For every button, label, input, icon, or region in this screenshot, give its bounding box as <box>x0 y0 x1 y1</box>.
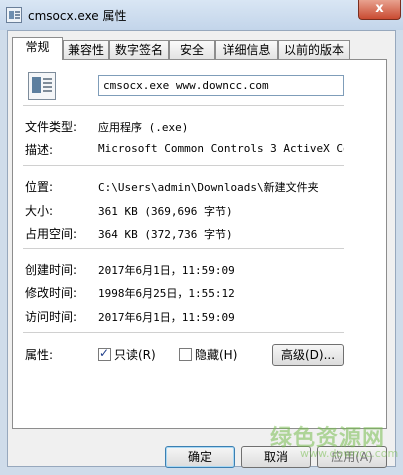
location-label: 位置: <box>25 180 54 194</box>
general-panel: cmsocx.exe www.downcc.com 文件类型: 应用程序 (.e… <box>12 59 387 429</box>
close-button[interactable]: x <box>358 0 401 20</box>
location-value: C:\Users\admin\Downloads\新建文件夹 <box>98 181 319 194</box>
file-type-label: 文件类型: <box>25 120 78 134</box>
watermark-url: www.downcc.com <box>300 447 399 460</box>
tab-details[interactable]: 详细信息 <box>215 40 278 59</box>
close-icon: x <box>375 1 384 16</box>
advanced-button[interactable]: 高级(D)... <box>272 344 344 366</box>
readonly-label[interactable]: 只读(R) <box>114 346 156 363</box>
created-value: 2017年6月1日，11:59:09 <box>98 264 235 277</box>
accessed-value: 2017年6月1日，11:59:09 <box>98 311 235 324</box>
size-value: 361 KB (369,696 字节) <box>98 205 233 218</box>
divider <box>23 332 344 333</box>
divider <box>23 248 344 249</box>
hidden-label[interactable]: 隐藏(H) <box>195 346 237 363</box>
tab-security[interactable]: 安全 <box>169 40 215 59</box>
modified-label: 修改时间: <box>25 286 78 300</box>
created-label: 创建时间: <box>25 263 78 277</box>
modified-value: 1998年6月25日，1:55:12 <box>98 287 235 300</box>
attributes-label: 属性: <box>25 348 54 362</box>
hidden-checkbox[interactable] <box>179 348 192 361</box>
window-title: cmsocx.exe 属性 <box>28 9 127 23</box>
divider <box>23 105 344 106</box>
file-name-input[interactable]: cmsocx.exe www.downcc.com <box>98 75 344 96</box>
tab-digital-signatures[interactable]: 数字签名 <box>109 40 169 59</box>
ok-button[interactable]: 确定 <box>165 446 235 468</box>
site-watermark: 绿色资源网 www.downcc.com <box>270 420 399 470</box>
application-icon <box>6 7 22 23</box>
file-icon <box>28 72 56 100</box>
readonly-checkbox[interactable] <box>98 346 111 361</box>
divider <box>23 165 344 166</box>
accessed-label: 访问时间: <box>25 310 78 324</box>
tab-compatibility[interactable]: 兼容性 <box>63 40 109 59</box>
title-bar: cmsocx.exe 属性 x <box>0 0 403 30</box>
properties-dialog: 常规 兼容性 数字签名 安全 详细信息 以前的版本 cmsocx.exe www… <box>7 30 396 468</box>
tab-general[interactable]: 常规 <box>12 37 63 60</box>
file-type-value: 应用程序 (.exe) <box>98 121 189 134</box>
description-label: 描述: <box>25 143 54 157</box>
description-value: Microsoft Common Controls 3 ActiveX Cont… <box>98 142 344 155</box>
size-on-disk-value: 364 KB (372,736 字节) <box>98 228 233 241</box>
tab-previous-versions[interactable]: 以前的版本 <box>278 40 350 59</box>
size-label: 大小: <box>25 204 54 218</box>
size-on-disk-label: 占用空间: <box>25 227 78 241</box>
